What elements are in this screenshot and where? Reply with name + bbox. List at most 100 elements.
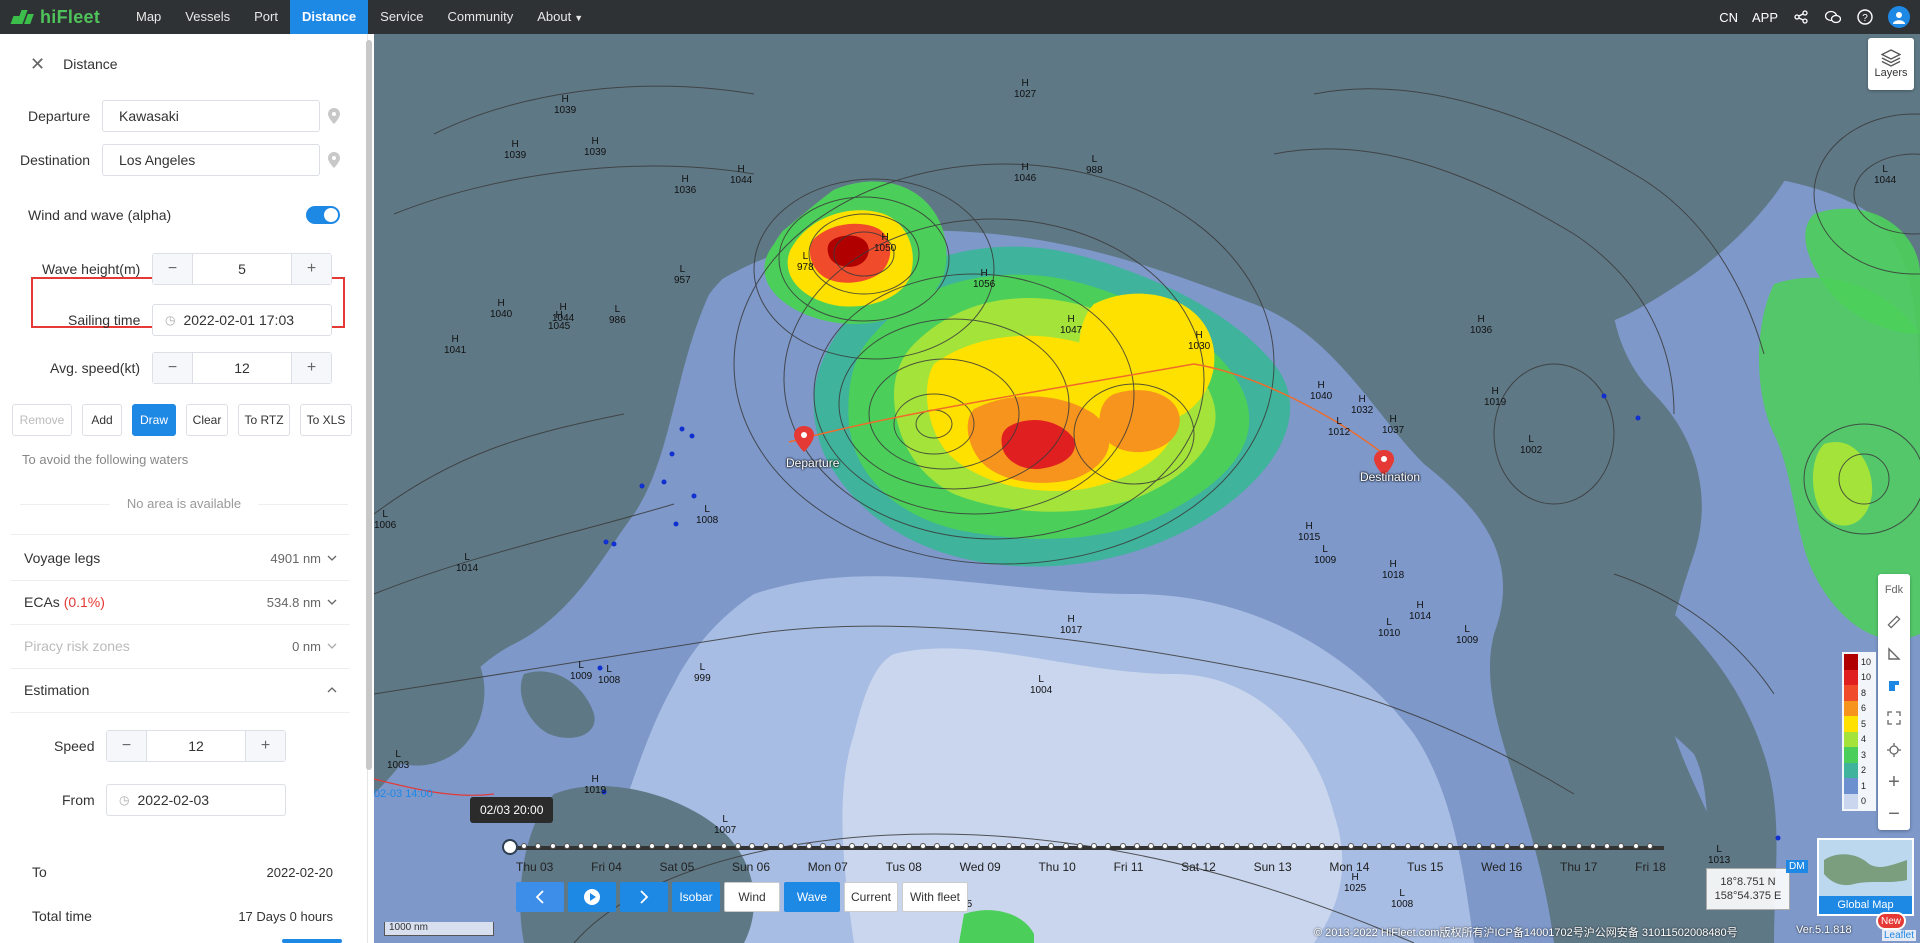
sailing-time-input[interactable]: ◷ 2022-02-01 17:03 <box>152 304 332 336</box>
speed-value[interactable]: 12 <box>147 731 245 761</box>
dm-toggle[interactable]: DM <box>1786 860 1808 873</box>
timeline-step[interactable] <box>563 843 570 849</box>
timeline-step[interactable] <box>806 843 813 849</box>
timeline-step[interactable] <box>606 843 613 849</box>
nav-service[interactable]: Service <box>368 0 435 34</box>
timeline-step[interactable] <box>1276 843 1283 849</box>
timeline-step[interactable] <box>777 843 784 849</box>
timeline-step[interactable] <box>1404 843 1411 849</box>
current-button[interactable]: Current <box>844 882 898 912</box>
timeline-step[interactable] <box>1205 843 1212 849</box>
next-button[interactable] <box>620 882 668 912</box>
nav-about[interactable]: About ▼ <box>525 0 595 34</box>
to-xls-button[interactable]: To XLS <box>300 404 352 436</box>
feedback-button[interactable]: Fdk <box>1878 574 1910 606</box>
wave-height-value[interactable]: 5 <box>193 254 291 284</box>
angle-icon[interactable] <box>1878 638 1910 670</box>
nav-map[interactable]: Map <box>124 0 173 34</box>
timeline-step[interactable] <box>962 843 969 849</box>
departure-input[interactable]: Kawasaki <box>102 100 320 132</box>
chevron-down-icon[interactable] <box>327 597 337 607</box>
timeline-step[interactable] <box>1333 843 1340 849</box>
voyage-legs-row[interactable]: Voyage legs 4901 nm <box>24 536 337 580</box>
timeline-step[interactable] <box>549 843 556 849</box>
timeline-step[interactable] <box>1376 843 1383 849</box>
timeline-step[interactable] <box>1076 843 1083 849</box>
timeline-step[interactable] <box>1133 843 1140 849</box>
timeline-step[interactable] <box>1475 843 1482 849</box>
avg-speed-stepper[interactable]: − 12 + <box>152 352 332 384</box>
timeline-step[interactable] <box>1604 843 1610 849</box>
timeline-step[interactable] <box>1532 843 1539 849</box>
close-icon[interactable]: ✕ <box>30 54 45 75</box>
timeline-step[interactable] <box>1390 843 1397 849</box>
timeline-step[interactable] <box>1319 843 1326 849</box>
timeline-step[interactable] <box>720 843 727 849</box>
timeline-step[interactable] <box>535 843 542 849</box>
location-pin-icon[interactable] <box>328 152 340 168</box>
decrement-button[interactable]: − <box>153 353 193 383</box>
location-pin-icon[interactable] <box>328 108 340 124</box>
timeline-step[interactable] <box>1433 843 1440 849</box>
timeline-step[interactable] <box>920 843 927 849</box>
increment-button[interactable]: + <box>291 353 331 383</box>
timeline-step[interactable] <box>663 843 670 849</box>
user-avatar-icon[interactable] <box>1888 6 1910 28</box>
timeline-step[interactable] <box>706 843 713 849</box>
timeline-step[interactable] <box>934 843 941 849</box>
decrement-button[interactable]: − <box>153 254 193 284</box>
panel-scrollbar[interactable] <box>366 40 372 770</box>
timeline-step[interactable] <box>592 843 599 849</box>
timeline-step[interactable] <box>1547 843 1554 849</box>
wave-button[interactable]: Wave <box>784 882 840 912</box>
timeline-step[interactable] <box>791 843 798 849</box>
add-button[interactable]: Add <box>82 404 122 436</box>
timeline-step[interactable] <box>891 843 898 849</box>
timeline-step[interactable] <box>1190 843 1197 849</box>
language-switch[interactable]: CN <box>1719 10 1738 25</box>
timeline-step[interactable] <box>1005 843 1012 849</box>
timeline-step[interactable] <box>905 843 912 849</box>
help-icon[interactable]: ? <box>1856 8 1874 26</box>
timeline-step[interactable] <box>1091 843 1098 849</box>
timeline-step[interactable] <box>834 843 841 849</box>
timeline-step[interactable] <box>578 843 585 849</box>
wechat-icon[interactable] <box>1824 8 1842 26</box>
piracy-row[interactable]: Piracy risk zones 0 nm <box>24 624 337 668</box>
timeline-step[interactable] <box>1490 843 1497 849</box>
timeline-step[interactable] <box>692 843 699 849</box>
panel-bottom-button[interactable] <box>282 939 342 943</box>
timeline-step[interactable] <box>1247 843 1254 849</box>
wind-wave-toggle[interactable] <box>306 206 340 224</box>
timeline-step[interactable] <box>1233 843 1240 849</box>
wind-button[interactable]: Wind <box>724 882 780 912</box>
timeline-step[interactable] <box>1048 843 1055 849</box>
global-map-minimap[interactable]: Global Map <box>1817 838 1914 916</box>
timeline-step[interactable] <box>820 843 827 849</box>
nav-distance[interactable]: Distance <box>289 0 369 34</box>
timeline-step[interactable] <box>1105 843 1112 849</box>
ecas-row[interactable]: ECAs (0.1%) 534.8 nm <box>24 580 337 624</box>
estimation-row[interactable]: Estimation <box>24 668 337 712</box>
timeline-handle[interactable] <box>502 839 518 855</box>
area-icon[interactable] <box>1878 670 1910 702</box>
nav-community[interactable]: Community <box>436 0 526 34</box>
timeline-step[interactable] <box>1575 843 1582 849</box>
timeline-step[interactable] <box>1304 843 1311 849</box>
to-rtz-button[interactable]: To RTZ <box>238 404 290 436</box>
timeline-step[interactable] <box>1461 843 1468 849</box>
timeline-step[interactable] <box>1290 843 1297 849</box>
weather-map[interactable]: H 1039 H 1039 H 1039 H 1027 H 1036 H 1044 H 1046 L 988 L… <box>374 34 1920 943</box>
draw-button[interactable]: Draw <box>132 404 176 436</box>
timeline-step[interactable] <box>1176 843 1183 849</box>
nav-vessels[interactable]: Vessels <box>173 0 242 34</box>
timeline-step[interactable] <box>1646 843 1653 849</box>
timeline-step[interactable] <box>1347 843 1354 849</box>
app-link[interactable]: APP <box>1752 10 1778 25</box>
timeline-step[interactable] <box>1019 843 1026 849</box>
chevron-down-icon[interactable] <box>327 641 337 651</box>
timeline-step[interactable] <box>991 843 998 849</box>
increment-button[interactable]: + <box>245 731 285 761</box>
clear-button[interactable]: Clear <box>186 404 228 436</box>
timeline-step[interactable] <box>1589 843 1596 849</box>
